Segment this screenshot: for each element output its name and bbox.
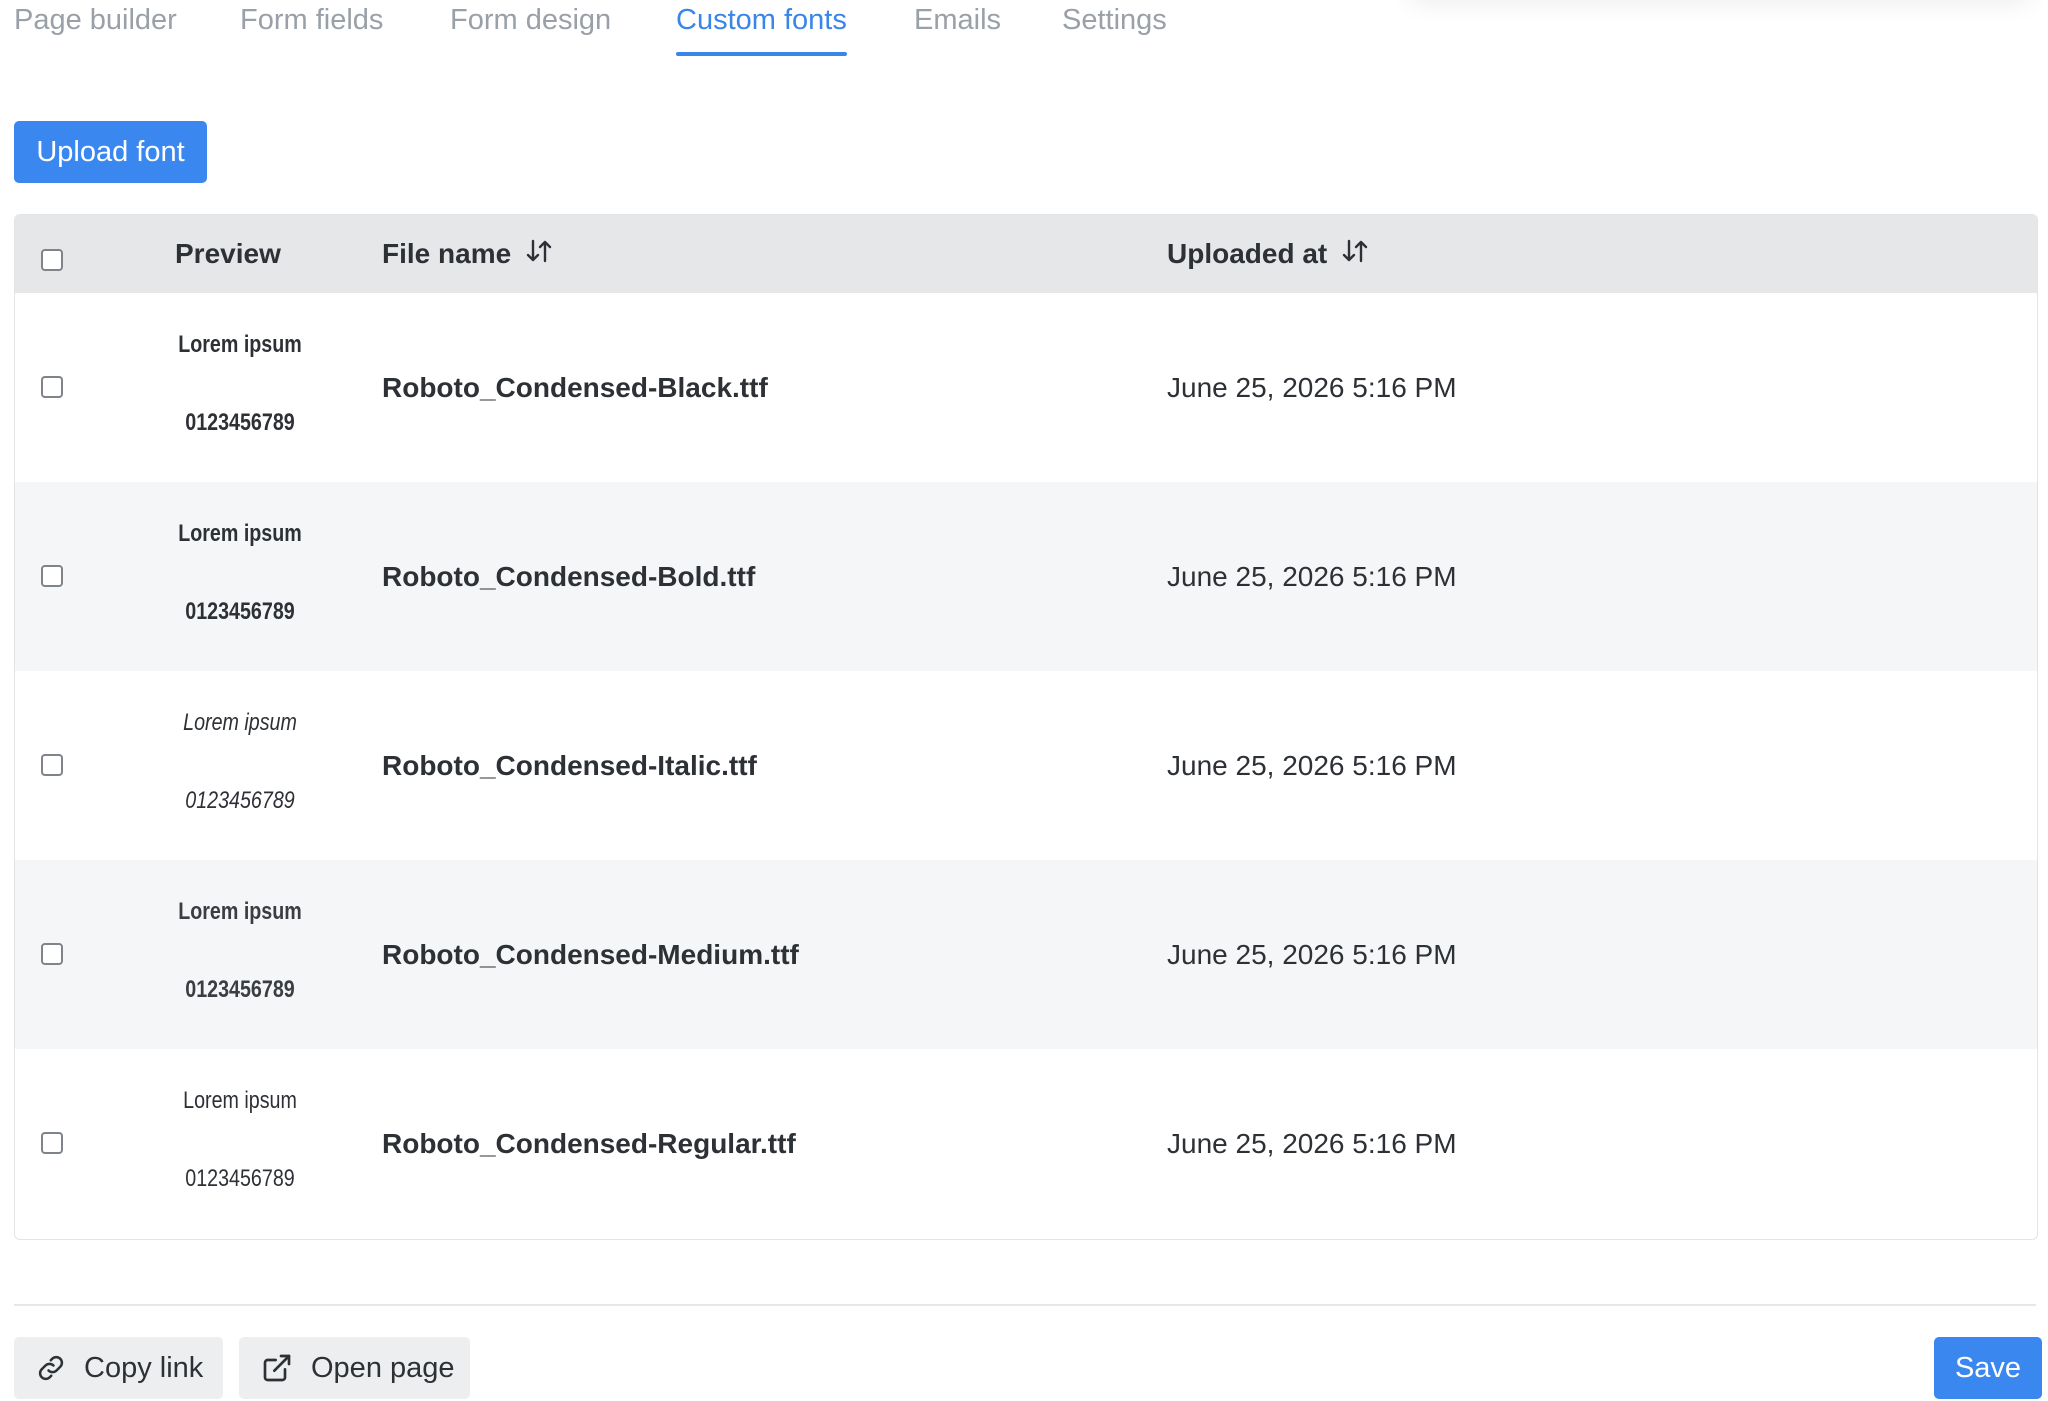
open-page-label: Open page — [311, 1351, 455, 1384]
tab-bar: Page builder Form fields Form design Cus… — [0, 0, 1300, 60]
tab-emails[interactable]: Emails — [914, 0, 1001, 58]
upload-font-button[interactable]: Upload font — [14, 121, 207, 183]
uploaded-at-column-header[interactable]: Uploaded at — [1167, 215, 1369, 293]
tab-page-builder[interactable]: Page builder — [14, 0, 177, 58]
preview-digits: 0123456789 — [185, 1165, 295, 1192]
file-name: Roboto_Condensed-Regular.ttf — [382, 1128, 796, 1159]
preview-digits: 0123456789 — [185, 598, 295, 625]
footer-divider — [14, 1304, 2036, 1306]
row-checkbox[interactable] — [41, 565, 63, 587]
tab-settings[interactable]: Settings — [1062, 0, 1167, 58]
tab-form-fields[interactable]: Form fields — [240, 0, 383, 58]
row-checkbox[interactable] — [41, 943, 63, 965]
file-name: Roboto_Condensed-Black.ttf — [382, 372, 768, 403]
uploaded-at: June 25, 2026 5:16 PM — [1167, 561, 1457, 592]
row-checkbox[interactable] — [41, 1132, 63, 1154]
preview-text: Lorem ipsum — [183, 1087, 297, 1114]
tab-form-design[interactable]: Form design — [450, 0, 611, 58]
table-row: Lorem ipsum 0123456789 Roboto_Condensed-… — [15, 482, 2037, 671]
uploaded-at: June 25, 2026 5:16 PM — [1167, 939, 1457, 970]
uploaded-at-header-label: Uploaded at — [1167, 238, 1328, 269]
sort-icon[interactable] — [1341, 217, 1369, 295]
uploaded-at: June 25, 2026 5:16 PM — [1167, 750, 1457, 781]
preview-digits: 0123456789 — [185, 409, 295, 436]
copy-link-button[interactable]: Copy link — [14, 1337, 223, 1399]
save-button[interactable]: Save — [1934, 1337, 2042, 1399]
table-row: Lorem ipsum 0123456789 Roboto_Condensed-… — [15, 1049, 2037, 1238]
uploaded-at: June 25, 2026 5:16 PM — [1167, 372, 1457, 403]
file-name: Roboto_Condensed-Medium.ttf — [382, 939, 799, 970]
file-name: Roboto_Condensed-Italic.ttf — [382, 750, 757, 781]
row-checkbox[interactable] — [41, 376, 63, 398]
tab-custom-fonts[interactable]: Custom fonts — [676, 0, 847, 58]
preview-digits: 0123456789 — [185, 787, 295, 814]
link-icon — [36, 1353, 66, 1383]
preview-column-header: Preview — [175, 238, 281, 269]
external-link-icon — [261, 1352, 293, 1384]
copy-link-label: Copy link — [84, 1351, 204, 1384]
preview-text: Lorem ipsum — [183, 709, 297, 736]
preview-text: Lorem ipsum — [178, 331, 302, 358]
custom-fonts-page: Page builder Form fields Form design Cus… — [0, 0, 2048, 1401]
row-checkbox[interactable] — [41, 754, 63, 776]
table-row: Lorem ipsum 0123456789 Roboto_Condensed-… — [15, 671, 2037, 860]
sort-icon[interactable] — [525, 217, 553, 295]
select-all-checkbox[interactable] — [41, 249, 63, 271]
uploaded-at: June 25, 2026 5:16 PM — [1167, 1128, 1457, 1159]
fonts-table: Preview File name Uploaded at Lorem ipsu… — [14, 214, 2038, 1240]
preview-text: Lorem ipsum — [178, 520, 302, 547]
open-page-button[interactable]: Open page — [239, 1337, 470, 1399]
preview-digits: 0123456789 — [185, 976, 295, 1003]
file-name-header-label: File name — [382, 238, 512, 269]
preview-text: Lorem ipsum — [178, 898, 302, 925]
file-name: Roboto_Condensed-Bold.ttf — [382, 561, 756, 592]
table-header: Preview File name Uploaded at — [15, 215, 2037, 293]
file-name-column-header[interactable]: File name — [382, 215, 553, 293]
table-row: Lorem ipsum 0123456789 Roboto_Condensed-… — [15, 860, 2037, 1049]
table-row: Lorem ipsum 0123456789 Roboto_Condensed-… — [15, 293, 2037, 482]
